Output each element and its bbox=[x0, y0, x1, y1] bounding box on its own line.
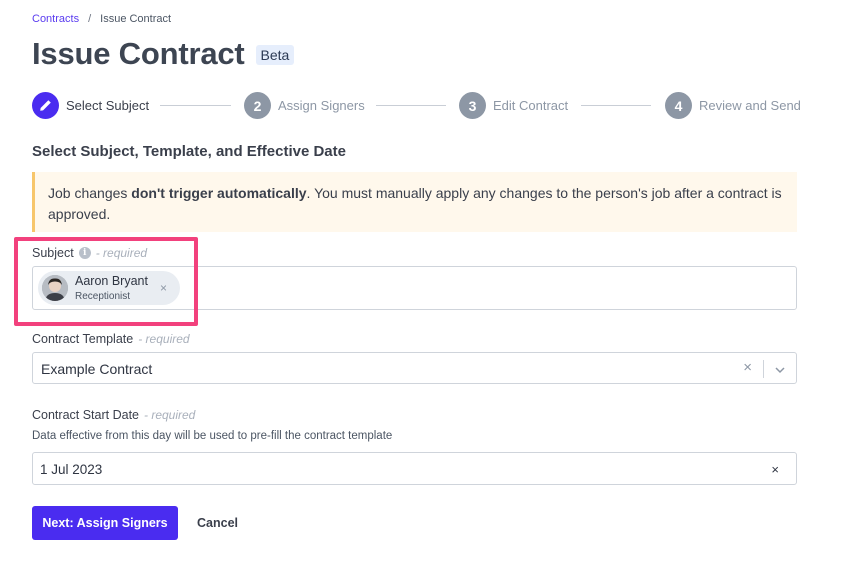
step-label: Review and Send bbox=[699, 98, 801, 113]
step-label: Edit Contract bbox=[493, 98, 569, 113]
step-review-and-send[interactable]: 4 Review and Send bbox=[665, 92, 801, 119]
chip-text: Aaron Bryant Receptionist bbox=[75, 274, 148, 303]
start-date-helper: Data effective from this day will be use… bbox=[32, 430, 393, 442]
breadcrumb-current: Issue Contract bbox=[100, 13, 172, 25]
remove-subject-icon[interactable]: × bbox=[160, 281, 167, 295]
step-select-subject[interactable]: Select Subject bbox=[32, 92, 149, 119]
chevron-down-icon[interactable] bbox=[774, 363, 786, 381]
template-required: - required bbox=[138, 332, 190, 346]
start-date-required: - required bbox=[144, 408, 196, 422]
step-label: Assign Signers bbox=[278, 98, 365, 113]
cancel-button[interactable]: Cancel bbox=[188, 506, 247, 540]
notice-bold: don't trigger automatically bbox=[131, 185, 307, 201]
step-edit-contract[interactable]: 3 Edit Contract bbox=[459, 92, 568, 119]
step-connector bbox=[160, 105, 231, 106]
template-value: Example Contract bbox=[41, 361, 153, 377]
start-date-label-text: Contract Start Date bbox=[32, 408, 139, 422]
subject-input[interactable]: Aaron Bryant Receptionist × bbox=[32, 266, 797, 310]
subject-label: Subject i - required bbox=[32, 246, 147, 260]
start-date-label: Contract Start Date - required bbox=[32, 408, 195, 422]
subject-required: - required bbox=[95, 246, 148, 260]
template-label-text: Contract Template bbox=[32, 332, 134, 346]
step-number: 4 bbox=[665, 92, 692, 119]
section-heading: Select Subject, Template, and Effective … bbox=[32, 143, 346, 160]
avatar bbox=[42, 275, 68, 301]
subject-label-text: Subject bbox=[32, 246, 74, 260]
clear-date-icon[interactable]: × bbox=[771, 462, 779, 477]
step-number: 3 bbox=[459, 92, 486, 119]
title-row: Issue Contract Beta bbox=[32, 36, 295, 72]
select-divider bbox=[763, 360, 764, 378]
subject-name: Aaron Bryant bbox=[75, 273, 148, 288]
step-connector bbox=[581, 105, 651, 106]
step-label: Select Subject bbox=[66, 98, 150, 113]
subject-role: Receptionist bbox=[75, 290, 131, 302]
breadcrumb: Contracts / Issue Contract bbox=[32, 13, 171, 25]
start-date-input[interactable]: 1 Jul 2023 × bbox=[32, 452, 797, 485]
next-assign-signers-button[interactable]: Next: Assign Signers bbox=[32, 506, 178, 540]
warning-notice: Job changes don't trigger automatically.… bbox=[32, 172, 797, 232]
contract-template-select[interactable]: Example Contract × bbox=[32, 352, 797, 384]
template-label: Contract Template - required bbox=[32, 332, 190, 346]
breadcrumb-separator: / bbox=[88, 13, 92, 25]
step-number: 2 bbox=[244, 92, 271, 119]
info-icon[interactable]: i bbox=[78, 247, 91, 259]
clear-template-icon[interactable]: × bbox=[743, 359, 752, 376]
pencil-icon bbox=[32, 92, 59, 119]
stepper: Select Subject 2 Assign Signers 3 Edit C… bbox=[32, 92, 801, 120]
start-date-value: 1 Jul 2023 bbox=[40, 462, 103, 477]
subject-chip[interactable]: Aaron Bryant Receptionist × bbox=[38, 271, 180, 305]
breadcrumb-contracts-link[interactable]: Contracts bbox=[32, 13, 79, 25]
page-title: Issue Contract bbox=[32, 36, 245, 71]
step-assign-signers[interactable]: 2 Assign Signers bbox=[244, 92, 365, 119]
beta-badge: Beta bbox=[255, 45, 295, 65]
step-connector bbox=[376, 105, 446, 106]
notice-prefix: Job changes bbox=[48, 185, 132, 201]
